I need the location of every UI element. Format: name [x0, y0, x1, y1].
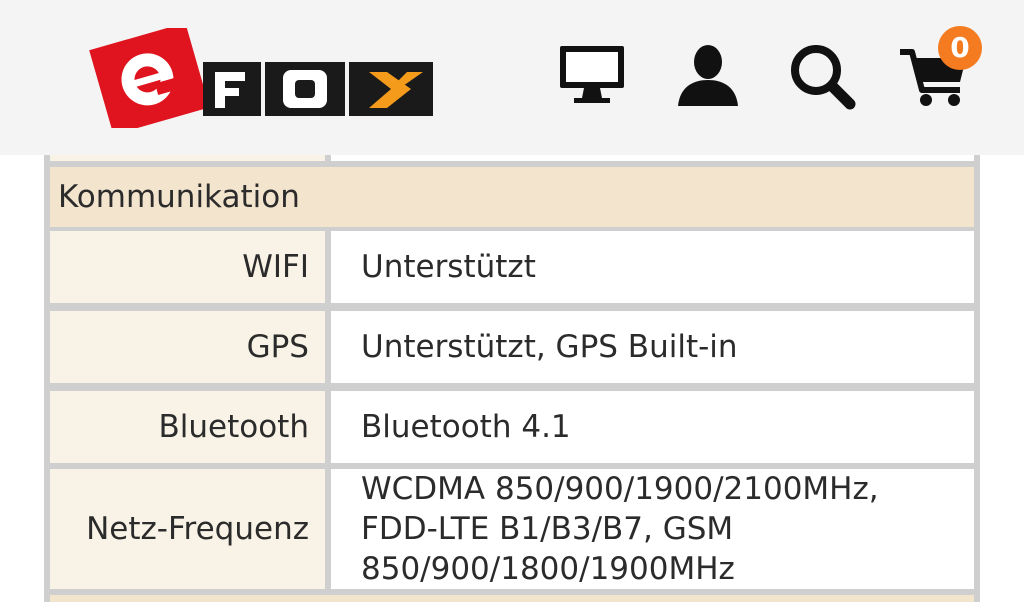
spec-label-gps: GPS [50, 311, 325, 383]
product-specs: Kommunikation WIFI Unterstützt GPS Unter… [0, 155, 1024, 602]
efox-logo[interactable] [85, 22, 435, 135]
section-header-kommunikation: Kommunikation [50, 167, 974, 227]
previous-row-label-stub [50, 155, 325, 161]
spec-value-bluetooth: Bluetooth 4.1 [331, 391, 974, 463]
spec-value-netz-frequenz: WCDMA 850/900/1900/2100MHz, FDD-LTE B1/B… [331, 469, 974, 589]
spec-value-wifi: Unterstützt [331, 231, 974, 303]
monitor-icon[interactable] [556, 40, 628, 112]
spec-label-bluetooth: Bluetooth [50, 391, 325, 463]
previous-row-value-stub [331, 155, 974, 161]
search-icon[interactable] [786, 40, 858, 112]
site-header: 0 [0, 0, 1024, 155]
next-section-header-stub [50, 595, 974, 602]
cart-count-badge[interactable]: 0 [938, 26, 982, 70]
spec-table: Kommunikation WIFI Unterstützt GPS Unter… [44, 155, 980, 602]
user-icon[interactable] [672, 40, 744, 112]
spec-value-gps: Unterstützt, GPS Built-in [331, 311, 974, 383]
spec-label-wifi: WIFI [50, 231, 325, 303]
spec-label-netz-frequenz: Netz-Frequenz [50, 469, 325, 589]
